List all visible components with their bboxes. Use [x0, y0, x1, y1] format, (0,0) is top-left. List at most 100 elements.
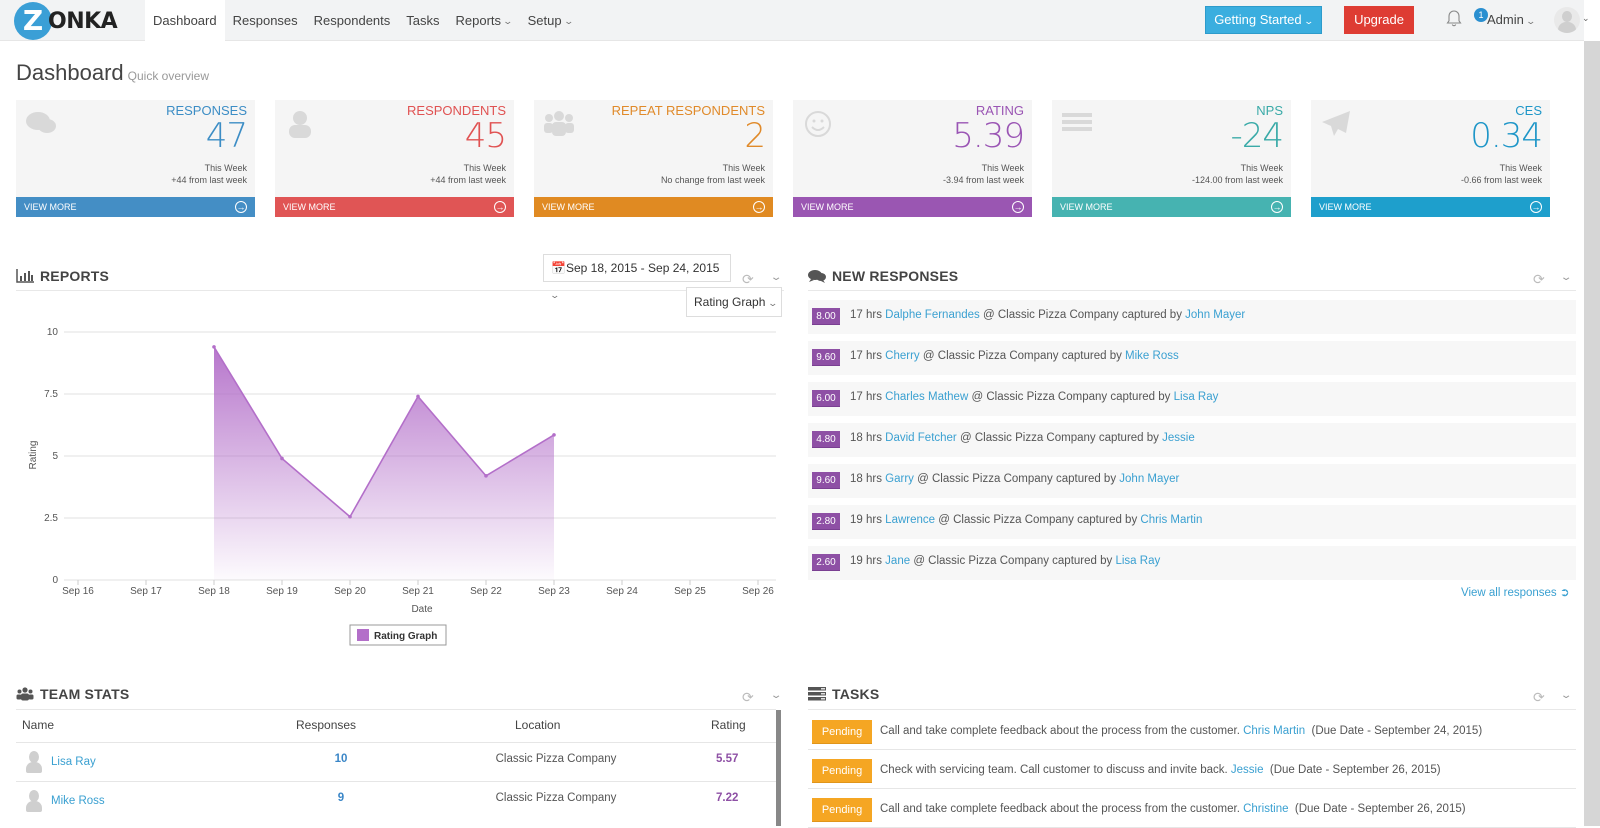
- column-header-rating[interactable]: Rating: [711, 718, 746, 732]
- captured-by-link[interactable]: John Mayer: [1185, 309, 1245, 321]
- collapse-chevron-icon[interactable]: ⌄: [1560, 690, 1573, 701]
- chevron-down-icon[interactable]: ⌄: [1582, 13, 1590, 24]
- refresh-icon[interactable]: ⟳: [1533, 690, 1547, 704]
- view-all-responses-link[interactable]: View all responses ➲: [1461, 585, 1570, 599]
- upgrade-button[interactable]: Upgrade: [1344, 6, 1414, 34]
- chart-legend[interactable]: Rating Graph: [349, 624, 447, 646]
- nav-respondents[interactable]: Respondents: [306, 0, 399, 41]
- team-member-link[interactable]: Lisa Ray: [51, 756, 96, 768]
- nav-setup[interactable]: Setup ⌄: [520, 0, 581, 41]
- column-header-name[interactable]: Name: [22, 718, 54, 732]
- captured-by-link[interactable]: Jessie: [1162, 432, 1195, 444]
- column-header-responses[interactable]: Responses: [296, 718, 356, 732]
- view-more-button[interactable]: VIEW MORE →: [534, 197, 773, 217]
- location: Classic Pizza Company: [495, 792, 617, 804]
- assignee-link[interactable]: Jessie: [1231, 764, 1264, 776]
- response-item: 2.80 19 hrs Lawrence @ Classic Pizza Comp…: [808, 505, 1576, 539]
- rating: 7.22: [716, 792, 739, 804]
- nav-reports[interactable]: Reports ⌄: [448, 0, 520, 41]
- data-point[interactable]: [416, 394, 420, 399]
- respondent-link[interactable]: Charles Mathew: [885, 391, 968, 403]
- zonka-logo[interactable]: Z ONKA: [14, 2, 118, 40]
- responses-count[interactable]: 10: [326, 753, 356, 765]
- column-header-location[interactable]: Location: [515, 718, 560, 732]
- captured-by-link[interactable]: Mike Ross: [1125, 350, 1179, 362]
- card-period-label: This Week: [463, 163, 506, 173]
- response-text: 19 hrs Lawrence @ Classic Pizza Company …: [850, 514, 1202, 526]
- card-period: This Week -3.94 from last week: [943, 162, 1024, 186]
- status-badge[interactable]: Pending: [812, 720, 872, 744]
- status-badge[interactable]: Pending: [812, 759, 872, 783]
- x-tick-label: Sep 24: [606, 586, 638, 597]
- view-more-button[interactable]: VIEW MORE →: [275, 197, 514, 217]
- assignee-link[interactable]: Christine: [1243, 803, 1288, 815]
- data-point[interactable]: [552, 433, 556, 437]
- nav-dashboard[interactable]: Dashboard: [145, 0, 225, 41]
- notification-badge: 1: [1474, 8, 1488, 22]
- captured-by-link[interactable]: John Mayer: [1119, 473, 1179, 485]
- collapse-chevron-icon[interactable]: ⌄: [1560, 272, 1573, 283]
- view-more-button[interactable]: VIEW MORE →: [1052, 197, 1291, 217]
- response-location: @ Classic Pizza Company captured by: [913, 555, 1113, 567]
- respondent-link[interactable]: Lawrence: [885, 514, 935, 526]
- nav-tasks[interactable]: Tasks: [398, 0, 447, 41]
- respondent-link[interactable]: Jane: [885, 555, 910, 567]
- y-tick-label: 2.5: [44, 513, 58, 524]
- view-all-label: View all responses: [1461, 587, 1557, 599]
- data-point[interactable]: [484, 474, 488, 478]
- response-item: 9.60 17 hrs Cherry @ Classic Pizza Compan…: [808, 341, 1576, 375]
- respondent-link[interactable]: Garry: [885, 473, 914, 485]
- page-scrollbar[interactable]: [1584, 41, 1600, 826]
- x-tick-label: Sep 25: [674, 586, 706, 597]
- refresh-icon[interactable]: ⟳: [742, 272, 756, 286]
- responses-count[interactable]: 9: [326, 792, 356, 804]
- card-value: 0.34: [1470, 116, 1543, 156]
- user-avatar[interactable]: [1554, 7, 1580, 33]
- respondent-link[interactable]: David Fetcher: [885, 432, 957, 444]
- nav-responses[interactable]: Responses: [225, 0, 306, 41]
- refresh-icon[interactable]: ⟳: [1533, 272, 1547, 286]
- date-range-picker[interactable]: 📅Sep 18, 2015 - Sep 24, 2015 ⌄: [543, 254, 731, 300]
- collapse-chevron-icon[interactable]: ⌄: [770, 690, 783, 701]
- tasks-title: TASKS: [832, 686, 880, 702]
- data-point[interactable]: [280, 456, 284, 461]
- rating-score-badge: 4.80: [812, 431, 840, 448]
- admin-menu[interactable]: Admin ⌄: [1487, 12, 1537, 27]
- card-period: This Week +44 from last week: [430, 162, 506, 186]
- legend-swatch: [357, 629, 369, 641]
- response-item: 9.60 18 hrs Garry @ Classic Pizza Company…: [808, 464, 1576, 498]
- captured-by-link[interactable]: Chris Martin: [1140, 514, 1202, 526]
- response-text: 19 hrs Jane @ Classic Pizza Company capt…: [850, 555, 1160, 567]
- card-period-label: This Week: [722, 163, 765, 173]
- stat-card-responses: RESPONSES 47 This Week +44 from last week VI…: [16, 100, 255, 217]
- main-nav: Dashboard Responses Respondents Tasks Re…: [145, 0, 580, 41]
- view-more-button[interactable]: VIEW MORE →: [16, 197, 255, 217]
- graph-type-text: Rating Graph: [694, 295, 766, 309]
- x-tick-label: Sep 18: [198, 586, 230, 597]
- card-period: This Week +44 from last week: [171, 162, 247, 186]
- view-more-button[interactable]: VIEW MORE →: [1311, 197, 1550, 217]
- refresh-icon[interactable]: ⟳: [742, 690, 756, 704]
- data-point[interactable]: [348, 514, 352, 519]
- bell-icon[interactable]: [1446, 10, 1462, 28]
- collapse-chevron-icon[interactable]: ⌄: [770, 272, 783, 283]
- table-scrollbar[interactable]: [776, 710, 781, 826]
- respondent-link[interactable]: Dalphe Fernandes: [885, 309, 980, 321]
- captured-by-link[interactable]: Lisa Ray: [1115, 555, 1160, 567]
- divider: [808, 709, 1576, 710]
- assignee-link[interactable]: Chris Martin: [1243, 725, 1305, 737]
- arrow-circle-right-icon: →: [1271, 201, 1283, 213]
- view-more-label: VIEW MORE: [1319, 202, 1372, 212]
- view-more-label: VIEW MORE: [1060, 202, 1113, 212]
- respondent-link[interactable]: Cherry: [885, 350, 920, 362]
- rating-score-badge: 9.60: [812, 472, 840, 489]
- view-more-button[interactable]: VIEW MORE →: [793, 197, 1032, 217]
- card-change: -0.66 from last week: [1460, 175, 1542, 185]
- getting-started-button[interactable]: Getting Started ⌄: [1205, 6, 1322, 34]
- data-point[interactable]: [212, 345, 216, 349]
- chevron-down-icon: ⌄: [563, 15, 574, 26]
- status-badge[interactable]: Pending: [812, 798, 872, 822]
- captured-by-link[interactable]: Lisa Ray: [1174, 391, 1219, 403]
- calendar-icon: 📅: [551, 261, 566, 275]
- team-member-link[interactable]: Mike Ross: [51, 795, 105, 807]
